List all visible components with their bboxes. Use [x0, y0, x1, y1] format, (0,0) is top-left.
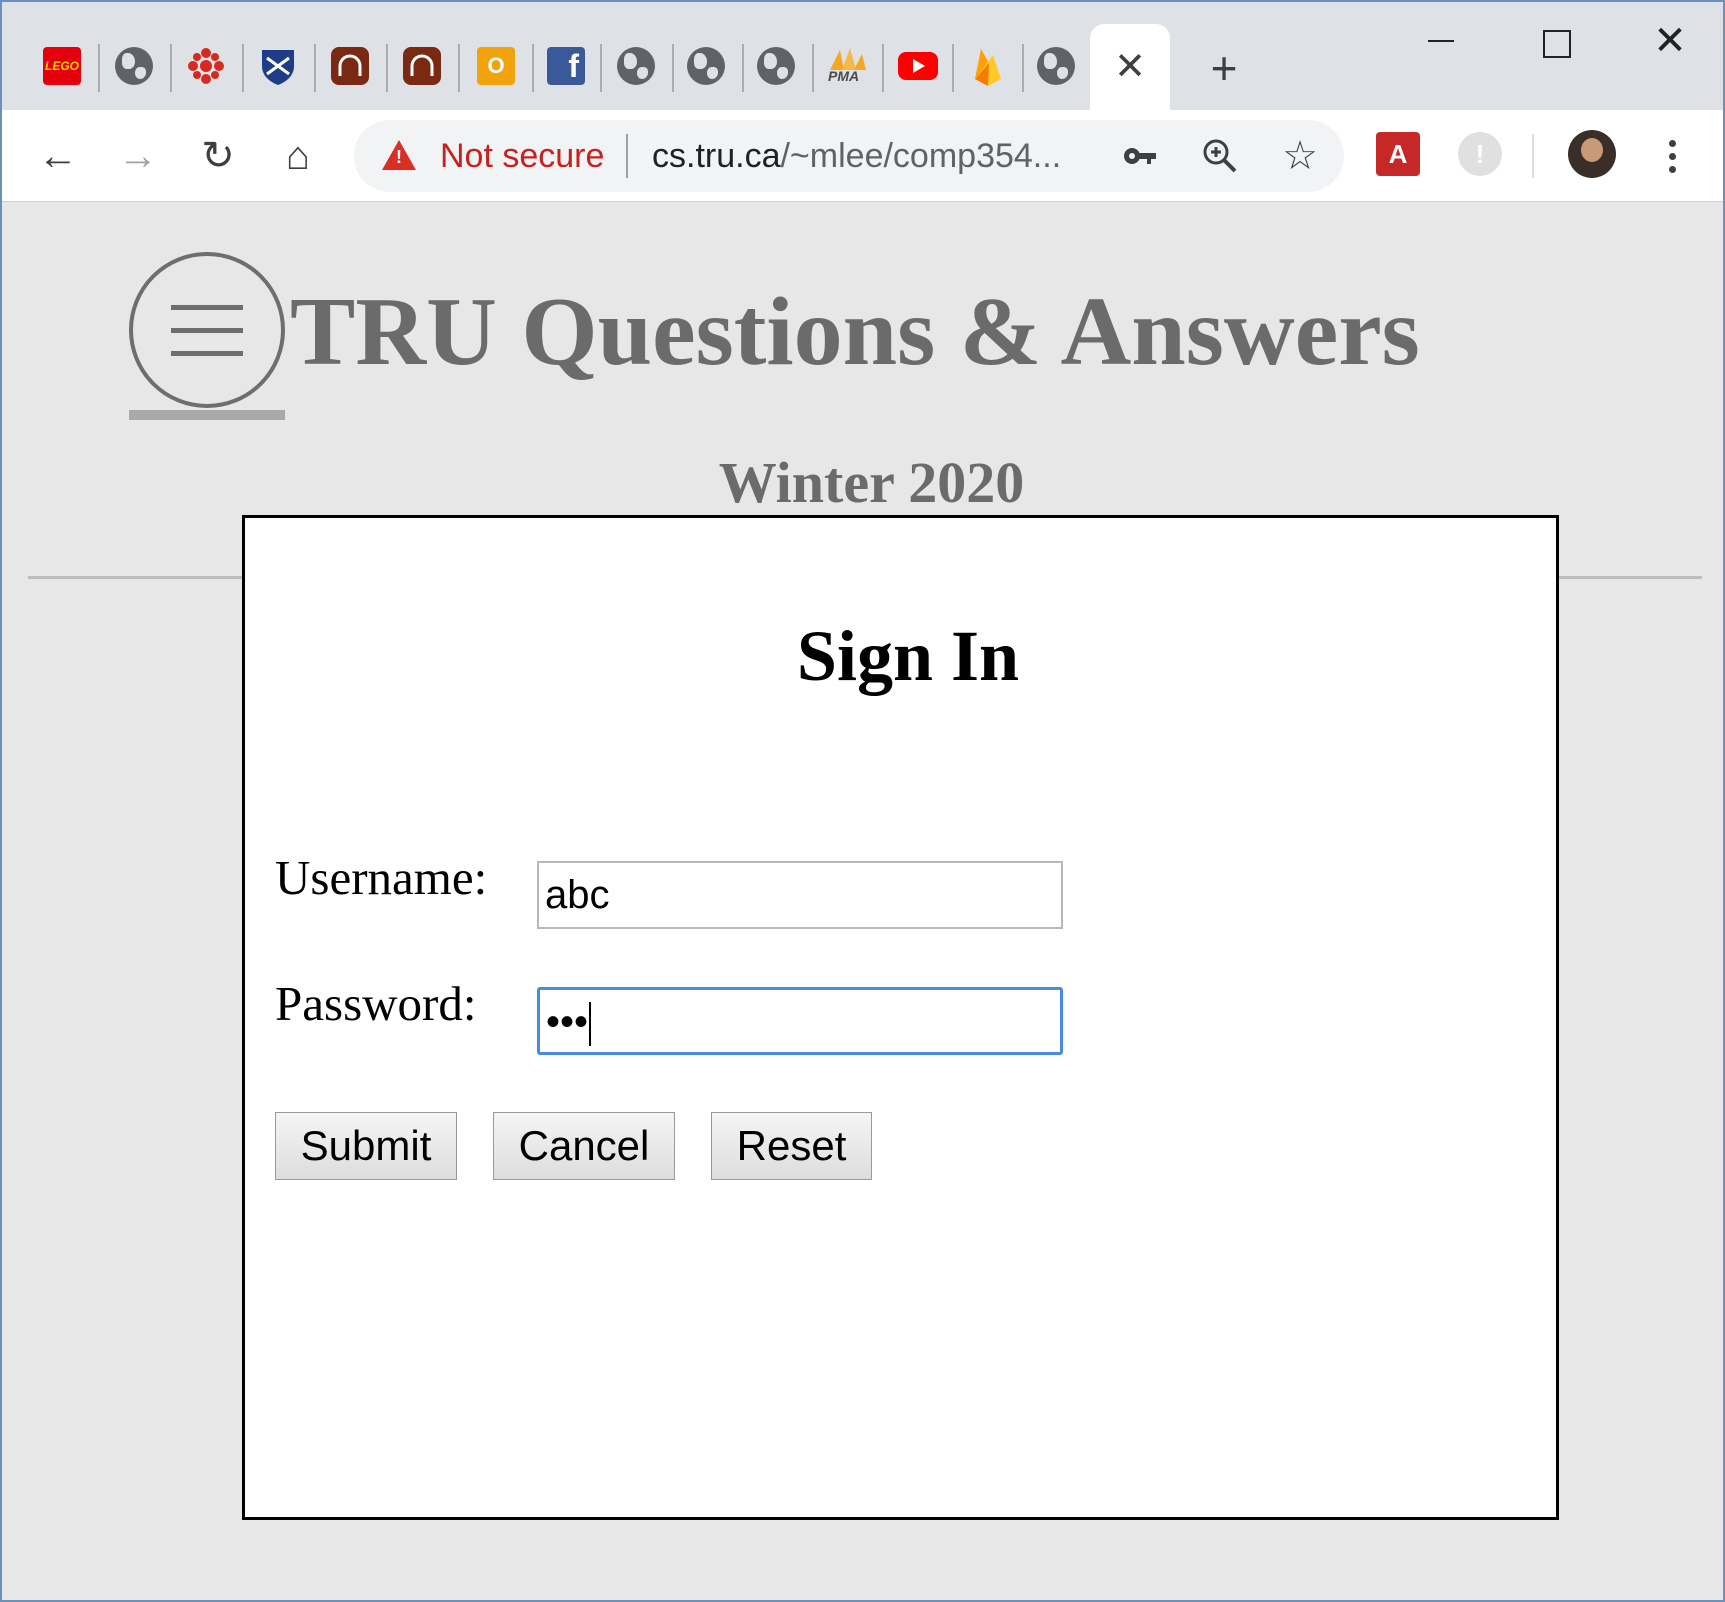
browser-menu-button[interactable] — [1652, 132, 1692, 180]
tab-pma[interactable]: PMA — [820, 38, 876, 94]
toolbar-divider — [1532, 134, 1534, 178]
tab-strip: LEGO O f PMA ✕ + ✕ — [2, 2, 1723, 110]
password-label: Password: — [275, 976, 477, 1031]
extension-blocked-icon[interactable]: ! — [1458, 132, 1502, 176]
forward-button[interactable]: → — [110, 128, 166, 184]
firebase-icon — [975, 49, 1001, 86]
tab-separator — [242, 44, 244, 92]
globe-icon — [115, 47, 153, 85]
new-tab-button[interactable]: + — [1198, 42, 1250, 94]
username-label: Username: — [275, 850, 488, 905]
tab-globe-2[interactable] — [608, 38, 664, 94]
tab-separator — [1022, 44, 1024, 92]
zoom-in-icon[interactable] — [1196, 134, 1244, 178]
globe-icon — [617, 47, 655, 85]
page-content: TRU Questions & Answers Winter 2020 Sign… — [2, 202, 1723, 1600]
url-text[interactable]: cs.tru.ca/~mlee/comp354... — [652, 136, 1061, 176]
outlook-icon: O — [477, 47, 515, 85]
tab-separator — [742, 44, 744, 92]
address-bar-divider — [626, 134, 628, 178]
tab-globe-1[interactable] — [106, 38, 162, 94]
hamburger-icon — [171, 305, 243, 310]
warning-icon[interactable]: ! — [382, 140, 416, 170]
key-icon[interactable] — [1116, 134, 1164, 178]
site-title: TRU Questions & Answers — [290, 278, 1420, 386]
maximize-window-button[interactable] — [1524, 16, 1584, 70]
profile-avatar[interactable] — [1568, 130, 1616, 178]
tab-separator — [170, 44, 172, 92]
tab-separator — [812, 44, 814, 92]
tab-lego[interactable]: LEGO — [34, 38, 90, 94]
tab-separator — [98, 44, 100, 92]
tab-separator — [314, 44, 316, 92]
password-value: ••• — [546, 1000, 589, 1044]
tab-cbc[interactable] — [178, 38, 234, 94]
cancel-button[interactable]: Cancel — [493, 1112, 675, 1180]
reload-button[interactable]: ↻ — [190, 128, 246, 184]
headphones-icon — [403, 47, 441, 85]
active-tab[interactable]: ✕ — [1090, 24, 1170, 110]
bookmark-star-icon[interactable]: ☆ — [1276, 134, 1324, 178]
close-tab-icon[interactable]: ✕ — [1114, 48, 1146, 86]
lego-icon: LEGO — [43, 47, 81, 85]
username-value: abc — [545, 873, 610, 917]
submit-button[interactable]: Submit — [275, 1112, 457, 1180]
tab-separator — [458, 44, 460, 92]
tab-audio-1[interactable] — [322, 38, 378, 94]
headphones-icon — [331, 47, 369, 85]
tab-separator — [386, 44, 388, 92]
tab-audio-2[interactable] — [394, 38, 450, 94]
tab-facebook[interactable]: f — [538, 38, 594, 94]
pma-icon: PMA — [826, 46, 870, 86]
facebook-icon: f — [547, 47, 585, 85]
menu-toggle-button[interactable] — [129, 252, 285, 420]
close-window-button[interactable]: ✕ — [1640, 16, 1700, 70]
reset-button[interactable]: Reset — [711, 1112, 872, 1180]
tab-separator — [532, 44, 534, 92]
tab-outlook[interactable]: O — [468, 38, 524, 94]
hamburger-icon — [171, 328, 243, 333]
menu-toggle-underline — [129, 410, 285, 420]
security-status-label[interactable]: Not secure — [440, 136, 604, 176]
address-bar[interactable]: ! Not secure cs.tru.ca/~mlee/comp354... … — [354, 120, 1344, 192]
youtube-icon — [898, 52, 938, 80]
url-path: /~mlee/comp354... — [780, 137, 1062, 175]
home-button[interactable]: ⌂ — [270, 128, 326, 184]
globe-icon — [1037, 47, 1075, 85]
tab-globe-5[interactable] — [1028, 38, 1084, 94]
hamburger-icon — [171, 351, 243, 356]
globe-icon — [757, 47, 795, 85]
url-host: cs.tru.ca — [652, 137, 781, 175]
cbc-icon — [188, 48, 224, 84]
university-shield-icon — [262, 50, 294, 85]
username-input[interactable]: abc — [537, 861, 1063, 929]
text-caret — [589, 1002, 592, 1047]
browser-window: LEGO O f PMA ✕ + ✕ ← → ↻ ⌂ ! Not secure … — [0, 0, 1725, 1602]
password-input[interactable]: ••• — [537, 987, 1063, 1055]
term-subtitle: Winter 2020 — [718, 450, 1025, 515]
tab-globe-4[interactable] — [748, 38, 804, 94]
tab-separator — [882, 44, 884, 92]
globe-icon — [687, 47, 725, 85]
tab-youtube[interactable] — [890, 38, 946, 94]
back-button[interactable]: ← — [30, 128, 86, 184]
tab-separator — [672, 44, 674, 92]
tab-university[interactable] — [250, 38, 306, 94]
minimize-window-button[interactable] — [1410, 16, 1470, 70]
tab-separator — [600, 44, 602, 92]
signin-title: Sign In — [796, 616, 1020, 696]
tab-globe-3[interactable] — [678, 38, 734, 94]
signin-dialog: Sign In Username: abc Password: ••• Subm… — [242, 515, 1559, 1520]
browser-toolbar: ← → ↻ ⌂ ! Not secure cs.tru.ca/~mlee/com… — [2, 110, 1723, 202]
tab-separator — [952, 44, 954, 92]
extension-acrobat-icon[interactable]: A — [1376, 132, 1420, 176]
tab-firebase[interactable] — [960, 38, 1016, 94]
